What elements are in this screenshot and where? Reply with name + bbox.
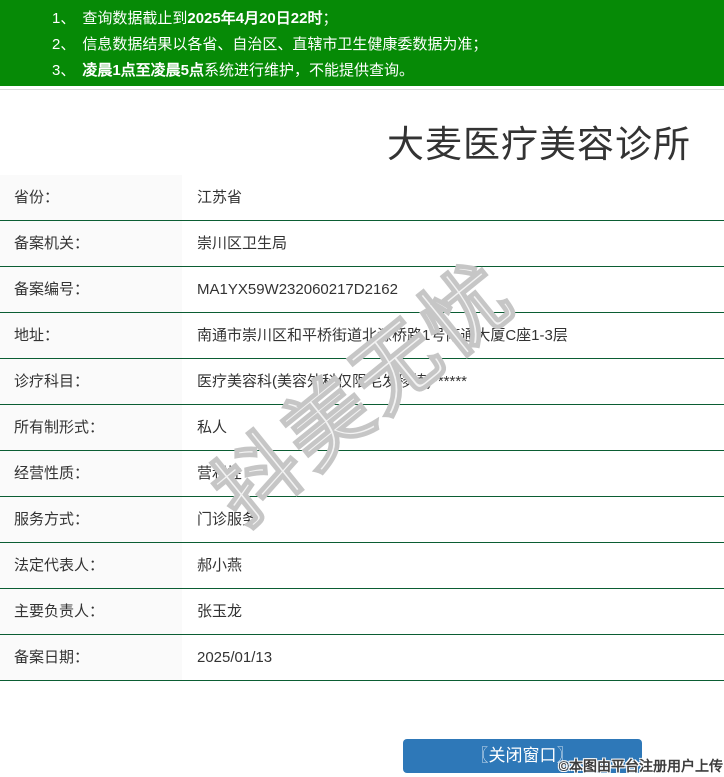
notice-text-bold: 凌晨1点至凌晨5点	[82, 62, 204, 79]
notice-text: 信息数据结果以各省、自治区、直辖市卫生健康委数据为准；	[82, 36, 487, 53]
field-value: 私人	[182, 405, 724, 450]
table-row-legal-representative: 法定代表人： 郝小燕	[0, 543, 724, 589]
field-value: MA1YX59W232060217D2162	[182, 267, 724, 312]
table-row-ownership: 所有制形式： 私人	[0, 405, 724, 451]
field-value: 南通市崇川区和平桥街道北濠桥路1号南通大厦C座1-3层	[182, 313, 724, 358]
table-row-record-number: 备案编号： MA1YX59W232060217D2162	[0, 267, 724, 313]
field-value: 张玉龙	[182, 589, 724, 634]
table-row-record-date: 备案日期： 2025/01/13	[0, 635, 724, 681]
notice-item: 1、查询数据截止到2025年4月20日22时；	[52, 6, 714, 32]
field-value: 门诊服务	[182, 497, 724, 542]
table-row-business-nature: 经营性质： 营利性	[0, 451, 724, 497]
notice-text: 查询数据截止到	[82, 10, 187, 27]
field-label: 法定代表人：	[0, 543, 182, 588]
field-label: 地址：	[0, 313, 182, 358]
field-value: 崇川区卫生局	[182, 221, 724, 266]
field-label: 服务方式：	[0, 497, 182, 542]
field-label: 经营性质：	[0, 451, 182, 496]
field-value: 江苏省	[182, 175, 724, 220]
field-value: 郝小燕	[182, 543, 724, 588]
notice-text: 系统进行维护，不能提供查询。	[204, 62, 414, 79]
field-label: 省份：	[0, 175, 182, 220]
notice-item: 3、凌晨1点至凌晨5点系统进行维护，不能提供查询。	[52, 58, 714, 84]
field-label: 所有制形式：	[0, 405, 182, 450]
table-row-address: 地址： 南通市崇川区和平桥街道北濠桥路1号南通大厦C座1-3层	[0, 313, 724, 359]
notice-number: 2、	[52, 32, 75, 58]
table-row-service-mode: 服务方式： 门诊服务	[0, 497, 724, 543]
notice-item: 2、信息数据结果以各省、自治区、直辖市卫生健康委数据为准；	[52, 32, 714, 58]
table-row-departments: 诊疗科目： 医疗美容科(美容外科仅限毛发移植)******	[0, 359, 724, 405]
field-label: 备案机关：	[0, 221, 182, 266]
copyright-note: ©本图由平台注册用户上传	[559, 756, 723, 776]
table-row-province: 省份： 江苏省	[0, 175, 724, 221]
notice-text: ；	[322, 10, 337, 27]
field-value: 营利性	[182, 451, 724, 496]
header-divider	[0, 89, 724, 90]
notice-number: 3、	[52, 58, 75, 84]
notice-bar: 1、查询数据截止到2025年4月20日22时； 2、信息数据结果以各省、自治区、…	[0, 0, 724, 86]
table-row-principal: 主要负责人： 张玉龙	[0, 589, 724, 635]
field-label: 备案日期：	[0, 635, 182, 680]
notice-text-bold: 2025年4月20日22时	[187, 10, 322, 27]
field-label: 诊疗科目：	[0, 359, 182, 404]
notice-number: 1、	[52, 6, 75, 32]
field-value: 医疗美容科(美容外科仅限毛发移植)******	[182, 359, 724, 404]
record-table: 省份： 江苏省 备案机关： 崇川区卫生局 备案编号： MA1YX59W23206…	[0, 175, 724, 681]
field-value: 2025/01/13	[182, 635, 724, 680]
field-label: 备案编号：	[0, 267, 182, 312]
page-title: 大麦医疗美容诊所	[358, 114, 720, 168]
table-row-authority: 备案机关： 崇川区卫生局	[0, 221, 724, 267]
field-label: 主要负责人：	[0, 589, 182, 634]
